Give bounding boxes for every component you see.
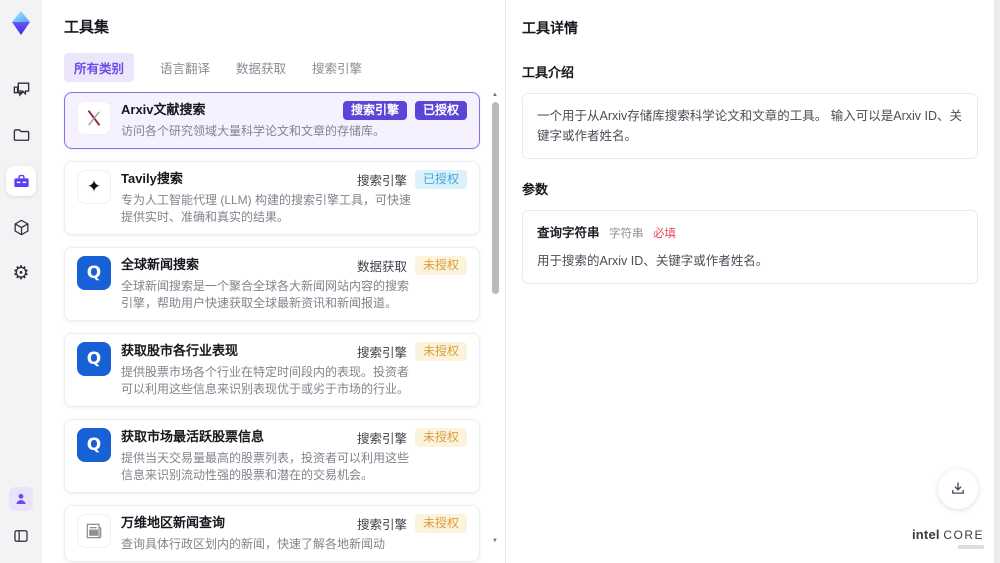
panel-toggle[interactable] xyxy=(6,521,36,551)
tool-list-pane: 工具集 所有类别 语言翻译 数据获取 搜索引擎 Arxiv文献搜索 搜索引擎 已… xyxy=(42,0,505,563)
category-label: 搜索引擎 xyxy=(356,432,407,446)
sidebar-item-settings[interactable]: ⚙ xyxy=(6,258,36,288)
scroll-up-arrow[interactable]: ▲ xyxy=(490,92,500,98)
tool-description: 全球新闻搜索是一个聚合全球各大新闻网站内容的搜索引擎，帮助用户快速获取全球最新资… xyxy=(121,279,410,310)
sidebar-item-chat[interactable] xyxy=(6,74,36,104)
sidebar-item-models[interactable] xyxy=(6,212,36,242)
cube-icon xyxy=(14,219,28,235)
category-label: 搜索引擎 xyxy=(356,174,407,188)
param-required-flag: 必填 xyxy=(652,228,676,240)
page-title: 工具集 xyxy=(64,19,110,36)
user-avatar-icon xyxy=(16,493,26,504)
category-label: 数据获取 xyxy=(356,260,407,274)
tool-description: 专为人工智能代理 (LLM) 构建的搜索引擎工具，可快速提供实时、准确和真实的结… xyxy=(121,193,412,224)
tavily-logo-icon: ✦ xyxy=(77,170,111,204)
sidebar-item-files[interactable] xyxy=(6,120,36,150)
tool-description: 访问各个研究领域大量科学论文和文章的存储库。 xyxy=(121,124,386,138)
tool-description: 提供股票市场各个行业在特定时间段内的表现。投资者可以利用这些信息来识别表现优于或… xyxy=(121,365,410,396)
app-logo xyxy=(6,8,36,38)
auth-badge: 未授权 xyxy=(414,428,467,447)
tool-title: Arxiv文献搜索 xyxy=(121,102,206,117)
arxiv-logo-icon xyxy=(77,101,111,135)
user-avatar[interactable] xyxy=(9,487,33,511)
param-box: 查询字符串 字符串 必填 用于搜索的Arxiv ID、关键字或作者姓名。 xyxy=(522,210,978,285)
download-button[interactable] xyxy=(938,469,978,509)
tool-card-global-news[interactable]: Q 全球新闻搜索 数据获取 未授权 全球新闻搜索是一个聚合全球各大新闻网站内容的… xyxy=(64,247,480,321)
tool-description: 提供当天交易量最高的股票列表，投资者可以利用这些信息来识别流动性强的股票和潜在的… xyxy=(121,451,410,482)
category-tabs: 所有类别 语言翻译 数据获取 搜索引擎 xyxy=(64,53,505,82)
auth-badge: 未授权 xyxy=(414,256,467,275)
q-logo-icon: Q xyxy=(77,428,111,462)
auth-badge: 已授权 xyxy=(414,170,467,189)
intel-core-logo: intel CORE xyxy=(912,527,984,549)
intro-text: 一个用于从Arxiv存储库搜索科学论文和文章的工具。 输入可以是Arxiv ID… xyxy=(537,109,963,143)
chat-icon xyxy=(13,81,29,97)
tool-title: 全球新闻搜索 xyxy=(121,257,200,272)
tool-description: 查询具体行政区划内的新闻，快速了解各地新闻动 xyxy=(121,537,386,551)
intro-box: 一个用于从Arxiv存储库搜索科学论文和文章的工具。 输入可以是Arxiv ID… xyxy=(522,93,978,159)
auth-badge: 未授权 xyxy=(414,342,467,361)
tool-card-regional-news[interactable]: 万维地区新闻查询 搜索引擎 未授权 查询具体行政区划内的新闻，快速了解各地新闻动 xyxy=(64,505,480,562)
tab-search-engine[interactable]: 搜索引擎 xyxy=(312,53,362,82)
tool-title: 万维地区新闻查询 xyxy=(121,515,226,530)
tool-list: Arxiv文献搜索 搜索引擎 已授权 访问各个研究领域大量科学论文和文章的存储库… xyxy=(64,92,500,562)
scroll-down-arrow[interactable]: ▼ xyxy=(490,538,500,544)
category-label: 搜索引擎 xyxy=(356,346,407,360)
newspaper-icon xyxy=(77,514,111,548)
left-rail: ⚙ xyxy=(0,0,42,563)
intro-heading: 工具介绍 xyxy=(522,65,575,80)
auth-badge: 已授权 xyxy=(414,101,467,120)
tab-data-fetch[interactable]: 数据获取 xyxy=(236,53,286,82)
list-scrollbar[interactable]: ▲ ▼ xyxy=(490,92,500,544)
settings-gear-icon: ⚙ xyxy=(12,261,30,284)
tool-title: 获取股市各行业表现 xyxy=(121,343,239,358)
tab-translation[interactable]: 语言翻译 xyxy=(160,53,210,82)
tool-title: 获取市场最活跃股票信息 xyxy=(121,429,265,444)
brand-intel: intel xyxy=(911,527,940,542)
category-label: 搜索引擎 xyxy=(356,518,407,532)
download-icon xyxy=(952,482,964,494)
scrollbar-thumb[interactable] xyxy=(492,102,499,294)
auth-badge: 未授权 xyxy=(414,514,467,533)
window-scrollbar-track xyxy=(994,0,1000,563)
tab-all-categories[interactable]: 所有类别 xyxy=(64,53,135,82)
category-badge: 搜索引擎 xyxy=(342,101,407,120)
sidebar-item-tools[interactable] xyxy=(6,166,36,196)
toolbox-icon xyxy=(13,174,29,187)
panel-toggle-icon xyxy=(14,530,28,542)
tool-details-pane: 工具详情 工具介绍 一个用于从Arxiv存储库搜索科学论文和文章的工具。 输入可… xyxy=(505,0,994,563)
q-logo-icon: Q xyxy=(77,342,111,376)
param-type: 字符串 xyxy=(609,228,644,240)
brand-sub-mark xyxy=(958,545,984,549)
tool-card-most-active-stocks[interactable]: Q 获取市场最活跃股票信息 搜索引擎 未授权 提供当天交易量最高的股票列表，投资… xyxy=(64,419,480,493)
tool-card-tavily[interactable]: ✦ Tavily搜索 搜索引擎 已授权 专为人工智能代理 (LLM) 构建的搜索… xyxy=(64,161,480,235)
details-title: 工具详情 xyxy=(522,20,578,36)
tool-card-sector-performance[interactable]: Q 获取股市各行业表现 搜索引擎 未授权 提供股票市场各个行业在特定时间段内的表… xyxy=(64,333,480,407)
param-name: 查询字符串 xyxy=(537,226,600,240)
params-heading: 参数 xyxy=(522,182,549,197)
q-logo-icon: Q xyxy=(77,256,111,290)
brand-core: CORE xyxy=(943,528,984,542)
folder-icon xyxy=(13,128,29,141)
param-header: 查询字符串 字符串 必填 xyxy=(537,223,963,243)
tool-card-arxiv[interactable]: Arxiv文献搜索 搜索引擎 已授权 访问各个研究领域大量科学论文和文章的存储库… xyxy=(64,92,480,149)
param-description: 用于搜索的Arxiv ID、关键字或作者姓名。 xyxy=(537,254,769,269)
tool-title: Tavily搜索 xyxy=(121,171,183,186)
